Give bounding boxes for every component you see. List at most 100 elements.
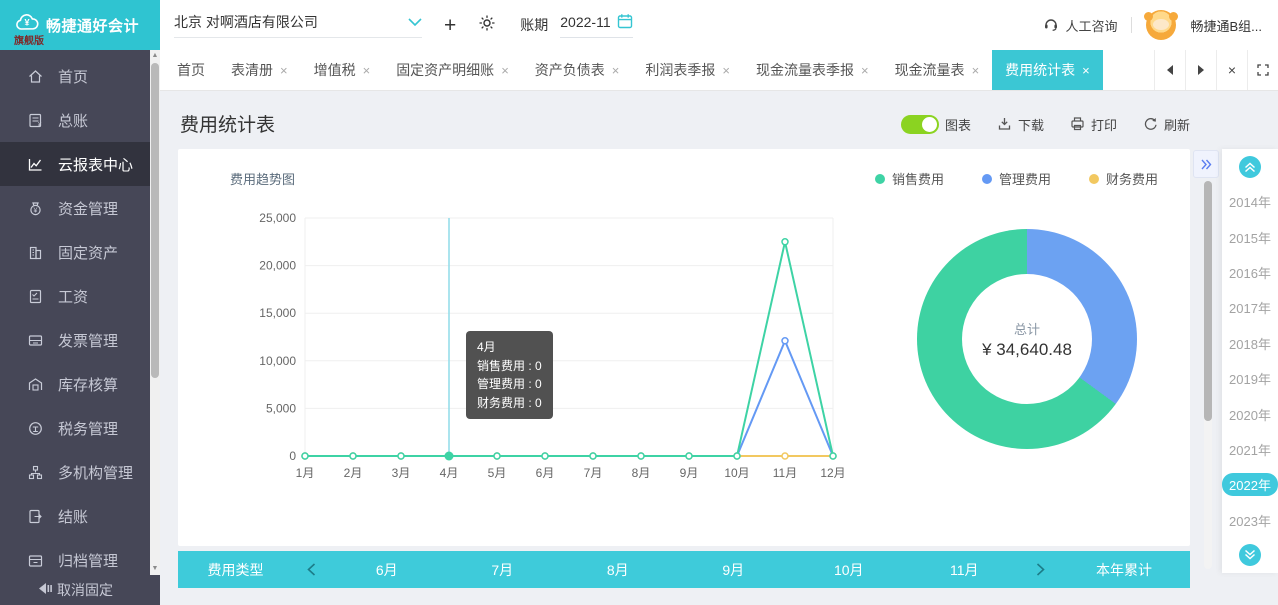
scroll-up-icon[interactable]: ▲ <box>150 50 160 62</box>
sidebar-item-closing[interactable]: 结账 <box>0 494 150 538</box>
tab-vat[interactable]: 增值税× <box>301 50 384 90</box>
settings-button[interactable] <box>478 14 496 37</box>
ledger-icon: ¥ <box>26 111 44 129</box>
sidebar-item-cloud-report-center[interactable]: 云报表中心 <box>0 142 160 186</box>
legend-sales-expense[interactable]: 销售费用 <box>875 169 944 188</box>
year-item[interactable]: 2015年 <box>1222 226 1278 249</box>
chart-toggle[interactable] <box>901 115 939 134</box>
main-area: 首页 表清册 × 增值税× 固定资产明细账× 资产负债表× 利润表季报 × 现金流量… <box>160 50 1278 605</box>
ytd-column-header: 本年累计 <box>1058 560 1190 580</box>
support-label: 人工咨询 <box>1065 16 1117 35</box>
legend-label: 财务费用 <box>1106 169 1158 188</box>
sidebar-item-invoice-management[interactable]: 发票管理 <box>0 318 150 362</box>
year-item[interactable]: 2018年 <box>1222 332 1278 355</box>
sidebar-item-payroll[interactable]: 工资 <box>0 274 150 318</box>
year-item[interactable]: 2023年 <box>1222 509 1278 532</box>
scroll-down-icon[interactable]: ▼ <box>150 563 160 575</box>
svg-text:1月: 1月 <box>296 466 315 480</box>
month-column-header: 10月 <box>791 560 907 580</box>
add-account-set-button[interactable]: + <box>444 15 456 36</box>
sidebar-item-tax-management[interactable]: 税务管理 <box>0 406 150 450</box>
top-header: ¥ 畅捷通好会计 旗舰版 北京 对啊酒店有限公司 + 账期 202 <box>0 0 1278 50</box>
tab-balance-sheet[interactable]: 资产负债表× <box>522 50 633 90</box>
tab-expense-statistics[interactable]: 费用统计表 × <box>992 50 1103 90</box>
sidebar-item-multi-org-management[interactable]: 多机构管理 <box>0 450 150 494</box>
multi-org-icon <box>26 463 44 481</box>
legend-admin-expense[interactable]: 管理费用 <box>982 169 1051 188</box>
tab-label: 利润表季报 <box>645 60 715 80</box>
sidebar-item-fixed-assets[interactable]: 固定资产 <box>0 230 150 274</box>
refresh-button[interactable]: 刷新 <box>1143 115 1190 134</box>
year-item[interactable]: 2016年 <box>1222 261 1278 284</box>
download-button[interactable]: 下载 <box>997 115 1044 134</box>
close-tab-icon[interactable]: × <box>363 63 371 78</box>
app-window: ¥ 畅捷通好会计 旗舰版 北京 对啊酒店有限公司 + 账期 202 <box>0 0 1278 605</box>
tab-label: 现金流量表季报 <box>756 60 854 80</box>
sidebar-item-inventory-accounting[interactable]: 库存核算 <box>0 362 150 406</box>
sidebar-scrollbar-thumb[interactable] <box>151 63 159 378</box>
month-header-bar: 费用类型 6月 7月 8月 9月 10月 11月 本年累计 <box>178 551 1190 588</box>
month-column-header: 8月 <box>560 560 676 580</box>
close-tab-icon[interactable]: × <box>501 63 509 78</box>
tab-income-statement-quarterly[interactable]: 利润表季报 × <box>632 50 743 90</box>
chart-legend: 销售费用 管理费用 财务费用 <box>875 169 1158 188</box>
company-selector[interactable]: 北京 对啊酒店有限公司 <box>174 12 422 38</box>
sidebar-scrollbar[interactable]: ▲ ▼ <box>150 50 160 575</box>
expense-donut-chart[interactable]: 总计 ¥ 34,640.48 <box>917 229 1137 449</box>
collapse-panel-button[interactable] <box>1193 150 1219 178</box>
avatar[interactable] <box>1146 10 1176 40</box>
invoice-icon <box>26 331 44 349</box>
close-tab-icon[interactable]: × <box>280 63 288 78</box>
close-tab-icon[interactable]: × <box>612 63 620 78</box>
close-tab-icon[interactable]: × <box>1082 63 1090 78</box>
close-tab-icon[interactable]: × <box>972 63 980 78</box>
year-item[interactable]: 2014年 <box>1222 190 1278 213</box>
tooltip-row: 财务费用 : 0 <box>477 394 542 413</box>
tab-report-list[interactable]: 表清册 × <box>218 50 301 90</box>
year-scroll-up-button[interactable] <box>1239 156 1261 178</box>
tab-cashflow[interactable]: 现金流量表× <box>882 50 993 90</box>
close-tab-icon[interactable]: × <box>861 63 869 78</box>
tab-label: 表清册 <box>231 60 273 80</box>
content-scrollbar-thumb[interactable] <box>1204 181 1212 421</box>
calendar-icon <box>617 13 633 32</box>
gear-icon <box>478 14 496 37</box>
expense-type-header: 费用类型 <box>178 560 293 580</box>
close-tab-icon[interactable]: × <box>722 63 730 78</box>
print-button[interactable]: 打印 <box>1070 115 1117 134</box>
year-item[interactable]: 2019年 <box>1222 367 1278 390</box>
year-item[interactable]: 2017年 <box>1222 296 1278 319</box>
fund-icon: ¥ <box>26 199 44 217</box>
brand-logo[interactable]: ¥ 畅捷通好会计 旗舰版 <box>0 0 160 50</box>
year-item[interactable]: 2020年 <box>1222 403 1278 426</box>
months-prev-button[interactable] <box>293 563 329 576</box>
sidebar-item-home[interactable]: 首页 <box>0 54 150 98</box>
sidebar-item-fund-management[interactable]: ¥ 资金管理 <box>0 186 150 230</box>
username[interactable]: 畅捷通B组... <box>1190 16 1262 35</box>
period-picker[interactable]: 2022-11 <box>560 13 632 38</box>
tab-cashflow-quarterly[interactable]: 现金流量表季报 × <box>743 50 882 90</box>
fullscreen-button[interactable] <box>1247 50 1278 90</box>
page-title: 费用统计表 <box>180 110 275 137</box>
donut-center: 总计 ¥ 34,640.48 <box>962 274 1092 404</box>
tab-label: 费用统计表 <box>1005 60 1075 80</box>
tooltip-month: 4月 <box>477 338 542 357</box>
tab-scroll-right-button[interactable] <box>1185 50 1216 90</box>
year-item[interactable]: 2022年 <box>1222 473 1278 496</box>
tab-fixed-asset-detail[interactable]: 固定资产明细账× <box>383 50 522 90</box>
year-scroll-down-button[interactable] <box>1239 544 1261 566</box>
months-next-button[interactable] <box>1022 563 1058 576</box>
month-column-header: 7月 <box>445 560 561 580</box>
tooltip-row: 销售费用 : 0 <box>477 357 542 376</box>
tab-scroll-left-button[interactable] <box>1154 50 1185 90</box>
content-scrollbar[interactable] <box>1204 181 1212 569</box>
svg-text:2月: 2月 <box>344 466 363 480</box>
close-all-tabs-button[interactable]: × <box>1216 50 1247 90</box>
year-item[interactable]: 2021年 <box>1222 438 1278 461</box>
human-support-link[interactable]: 人工咨询 <box>1043 16 1117 35</box>
sidebar-item-general-ledger[interactable]: ¥ 总账 <box>0 98 150 142</box>
legend-finance-expense[interactable]: 财务费用 <box>1089 169 1158 188</box>
tab-home[interactable]: 首页 <box>164 50 218 90</box>
year-panel: 2014年 2015年 2016年 2017年 2018年 2019年 2020… <box>1222 149 1278 573</box>
unpin-sidebar-button[interactable]: 取消固定 <box>0 575 160 605</box>
